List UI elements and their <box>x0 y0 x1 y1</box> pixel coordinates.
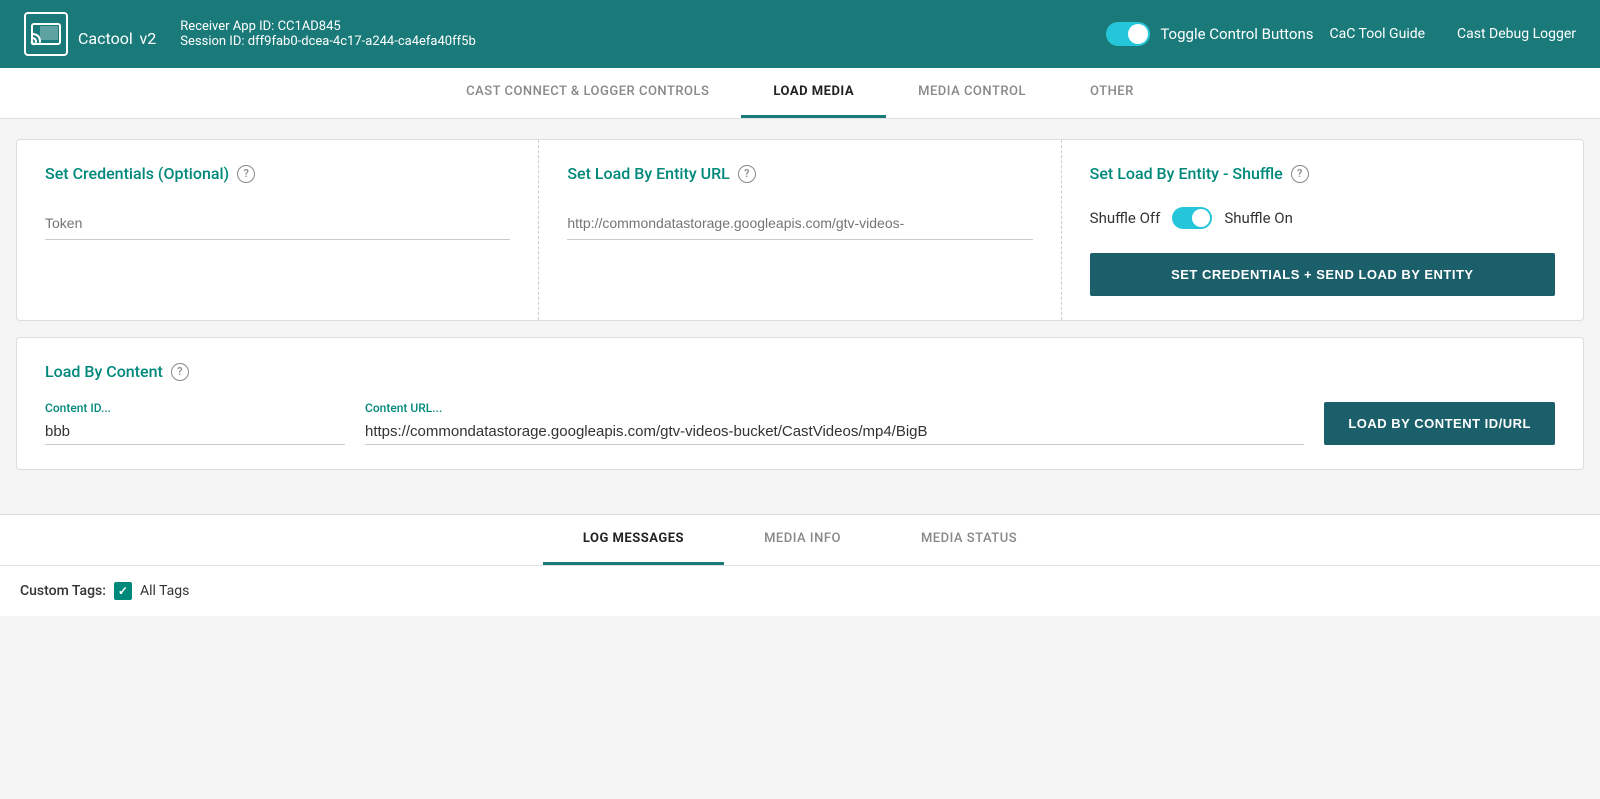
content-id-input[interactable] <box>45 419 345 445</box>
toggle-control-section: Toggle Control Buttons <box>1106 22 1313 46</box>
load-content-title: Load By Content ? <box>45 362 1555 381</box>
main-content: Set Credentials (Optional) ? Set Load By… <box>0 119 1600 510</box>
receiver-app-id: Receiver App ID: CC1AD845 <box>180 19 475 34</box>
content-id-label: Content ID... <box>45 401 345 415</box>
main-tabs: CAST CONNECT & LOGGER CONTROLS LOAD MEDI… <box>0 68 1600 119</box>
shuffle-on-label: Shuffle On <box>1224 209 1293 227</box>
credentials-help-icon[interactable]: ? <box>237 165 255 183</box>
entity-url-input[interactable] <box>567 207 1032 240</box>
set-credentials-send-entity-button[interactable]: SET CREDENTIALS + SEND LOAD BY ENTITY <box>1090 253 1555 296</box>
tab-cast-connect[interactable]: CAST CONNECT & LOGGER CONTROLS <box>434 68 741 118</box>
load-content-section: Load By Content ? Content ID... Content … <box>16 337 1584 470</box>
tab-media-status[interactable]: MEDIA STATUS <box>881 515 1057 565</box>
shuffle-off-label: Shuffle Off <box>1090 209 1161 227</box>
custom-tags-label: Custom Tags: <box>20 583 106 599</box>
bottom-tabs: LOG MESSAGES MEDIA INFO MEDIA STATUS <box>0 515 1600 566</box>
tab-media-control[interactable]: MEDIA CONTROL <box>886 68 1058 118</box>
entity-url-card-title: Set Load By Entity URL ? <box>567 164 1032 183</box>
cards-row: Set Credentials (Optional) ? Set Load By… <box>16 139 1584 321</box>
content-url-label: Content URL... <box>365 401 1304 415</box>
entity-shuffle-help-icon[interactable]: ? <box>1291 165 1309 183</box>
load-content-button[interactable]: LOAD BY CONTENT ID/URL <box>1324 402 1555 445</box>
all-tags-checkbox[interactable] <box>114 582 132 600</box>
toggle-control-buttons[interactable] <box>1106 22 1150 46</box>
content-url-input[interactable] <box>365 419 1304 445</box>
toggle-label: Toggle Control Buttons <box>1160 25 1313 43</box>
cast-icon <box>24 12 68 56</box>
shuffle-toggle-row: Shuffle Off Shuffle On <box>1090 207 1555 229</box>
tab-load-media[interactable]: LOAD MEDIA <box>741 68 886 118</box>
bottom-section: LOG MESSAGES MEDIA INFO MEDIA STATUS Cus… <box>0 515 1600 616</box>
entity-shuffle-card: Set Load By Entity - Shuffle ? Shuffle O… <box>1062 140 1583 320</box>
app-header: Cactool v2 Receiver App ID: CC1AD845 Ses… <box>0 0 1600 68</box>
tab-media-info[interactable]: MEDIA INFO <box>724 515 881 565</box>
session-id: Session ID: dff9fab0-dcea-4c17-a244-ca4e… <box>180 34 475 49</box>
custom-tags-row: Custom Tags: All Tags <box>0 566 1600 616</box>
session-info: Receiver App ID: CC1AD845 Session ID: df… <box>180 19 475 49</box>
content-row: Content ID... Content URL... LOAD BY CON… <box>45 401 1555 445</box>
tab-log-messages[interactable]: LOG MESSAGES <box>543 515 724 565</box>
app-title: Cactool v2 <box>78 18 156 51</box>
tab-other[interactable]: OTHER <box>1058 68 1166 118</box>
cast-debug-logger-link[interactable]: Cast Debug Logger <box>1457 26 1576 42</box>
entity-url-card: Set Load By Entity URL ? <box>539 140 1061 320</box>
load-content-help-icon[interactable]: ? <box>171 363 189 381</box>
credentials-card-title: Set Credentials (Optional) ? <box>45 164 510 183</box>
cac-tool-guide-link[interactable]: CaC Tool Guide <box>1330 26 1426 42</box>
credentials-card: Set Credentials (Optional) ? <box>17 140 539 320</box>
content-url-field: Content URL... <box>365 401 1304 445</box>
token-input[interactable] <box>45 207 510 240</box>
entity-url-help-icon[interactable]: ? <box>738 165 756 183</box>
all-tags-label: All Tags <box>140 583 189 599</box>
logo-section: Cactool v2 <box>24 12 156 56</box>
entity-shuffle-card-title: Set Load By Entity - Shuffle ? <box>1090 164 1555 183</box>
header-nav-links: CaC Tool Guide Cast Debug Logger <box>1330 26 1577 42</box>
shuffle-toggle[interactable] <box>1172 207 1212 229</box>
content-id-field: Content ID... <box>45 401 345 445</box>
